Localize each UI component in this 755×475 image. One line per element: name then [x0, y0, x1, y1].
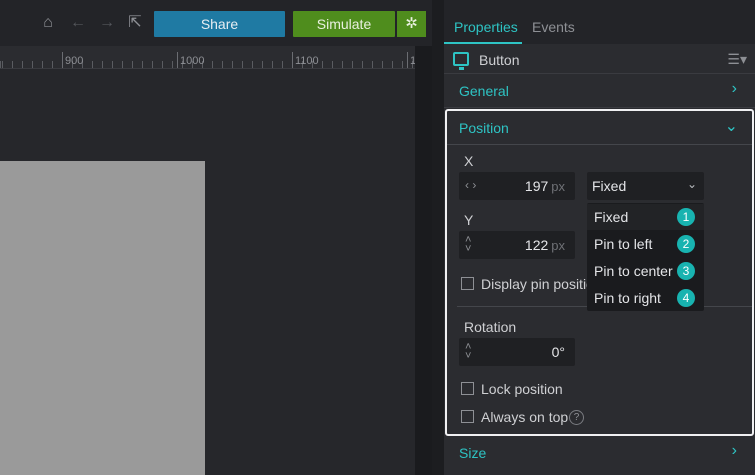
horizontal-ruler: 900 1000 1100 120 — [0, 46, 432, 69]
tab-properties[interactable]: Properties — [454, 19, 518, 35]
y-value-wrap: 122 px — [525, 237, 565, 253]
rotation-value: 0° — [551, 344, 565, 360]
vertical-scrollbar[interactable] — [415, 46, 432, 475]
redo-icon[interactable]: → — [97, 13, 117, 33]
pin-option-fixed[interactable]: Fixed 1 — [587, 204, 704, 230]
lock-position-checkbox[interactable] — [461, 382, 474, 395]
pin-option-badge: 1 — [677, 208, 695, 226]
always-on-top-checkbox[interactable] — [461, 410, 474, 423]
y-label: Y — [464, 212, 474, 228]
undo-icon[interactable]: ← — [68, 13, 88, 33]
pin-select-value: Fixed — [592, 178, 627, 194]
pin-select[interactable]: Fixed ⌄ — [587, 172, 704, 200]
y-input[interactable]: ˄ ˅ 122 px — [459, 231, 575, 259]
gear-icon[interactable]: ✲ — [397, 11, 426, 37]
y-value: 122 — [524, 237, 549, 253]
lock-position-label: Lock position — [481, 381, 563, 397]
pin-option-label: Pin to center — [594, 263, 673, 279]
component-name: Button — [479, 52, 520, 68]
ruler-label: 900 — [65, 55, 84, 67]
section-general[interactable]: General › — [444, 74, 755, 108]
simulate-button[interactable]: Simulate — [293, 11, 395, 37]
hamburger-menu-icon[interactable]: ☰▾ — [727, 51, 747, 68]
x-unit: px — [551, 179, 565, 194]
x-label: X — [464, 153, 474, 169]
panel-tabs: Properties Events — [444, 0, 755, 44]
rotation-input[interactable]: ˄ ˅ 0° — [459, 338, 575, 366]
pin-option-badge: 3 — [677, 262, 695, 280]
display-pin-position-label: Display pin position — [481, 276, 602, 292]
x-value-wrap: 197 px — [525, 178, 565, 194]
chevron-down-icon: ⌄ — [724, 118, 738, 135]
pin-option-badge: 2 — [677, 235, 695, 253]
pin-option-right[interactable]: Pin to right 4 — [587, 285, 704, 311]
horizontal-arrows-icon: ‹ › — [465, 178, 477, 192]
artboard-screen[interactable] — [0, 161, 205, 475]
x-input[interactable]: ‹ › 197 px — [459, 172, 575, 200]
section-size-title: Size — [459, 445, 487, 461]
ruler-major-tick — [62, 52, 63, 68]
properties-panel: Properties Events Button ☰▾ General › Po… — [444, 0, 755, 475]
top-toolbar: ⌂ ← → ⇱ Share Simulate ✲ — [0, 0, 432, 46]
share-button[interactable]: Share — [154, 11, 285, 37]
help-icon[interactable]: ? — [569, 410, 584, 425]
section-size[interactable]: Size › — [444, 436, 755, 470]
ruler-major-tick — [407, 52, 408, 68]
pin-option-center[interactable]: Pin to center 3 — [587, 258, 704, 284]
display-pin-position-checkbox[interactable] — [461, 277, 474, 290]
pin-option-left[interactable]: Pin to left 2 — [587, 231, 704, 257]
always-on-top-row[interactable]: Always on top ? — [461, 409, 601, 427]
section-position: Position ⌄ X ‹ › 197 px Fixed ⌄ Fixed 1 P… — [445, 109, 754, 436]
chevron-right-icon: › — [731, 80, 737, 97]
home-icon[interactable]: ⌂ — [38, 13, 58, 33]
chevron-right-icon: › — [731, 442, 737, 459]
vertical-arrows-icon: ˄ ˅ — [465, 341, 472, 362]
section-position-header[interactable]: Position ⌄ — [447, 111, 752, 145]
pin-option-badge: 4 — [677, 289, 695, 307]
tab-events[interactable]: Events — [532, 19, 575, 35]
section-position-title: Position — [459, 120, 509, 136]
pin-option-label: Fixed — [594, 209, 629, 225]
button-component-icon — [453, 52, 469, 70]
always-on-top-label: Always on top — [481, 409, 569, 425]
x-value: 197 — [524, 178, 549, 194]
pin-dropdown-menu: Fixed 1 Pin to left 2 Pin to center 3 Pi… — [587, 203, 704, 311]
editor-area: ⌂ ← → ⇱ Share Simulate ✲ 900 1000 1100 1… — [0, 0, 432, 475]
chevron-down-icon: ⌄ — [686, 177, 697, 191]
ruler-major-tick — [177, 52, 178, 68]
ruler-major-tick — [292, 52, 293, 68]
ruler-label: 1000 — [180, 55, 205, 67]
vertical-arrows-icon: ˄ ˅ — [465, 234, 472, 255]
ruler-label: 1100 — [295, 55, 319, 67]
rotation-label: Rotation — [464, 319, 517, 335]
y-unit: px — [551, 238, 565, 253]
pin-option-label: Pin to right — [594, 290, 661, 306]
pin-option-label: Pin to left — [594, 236, 653, 252]
section-general-title: General — [459, 83, 509, 99]
fit-to-screen-icon[interactable]: ⇱ — [125, 13, 145, 33]
component-header: Button ☰▾ — [444, 44, 755, 74]
